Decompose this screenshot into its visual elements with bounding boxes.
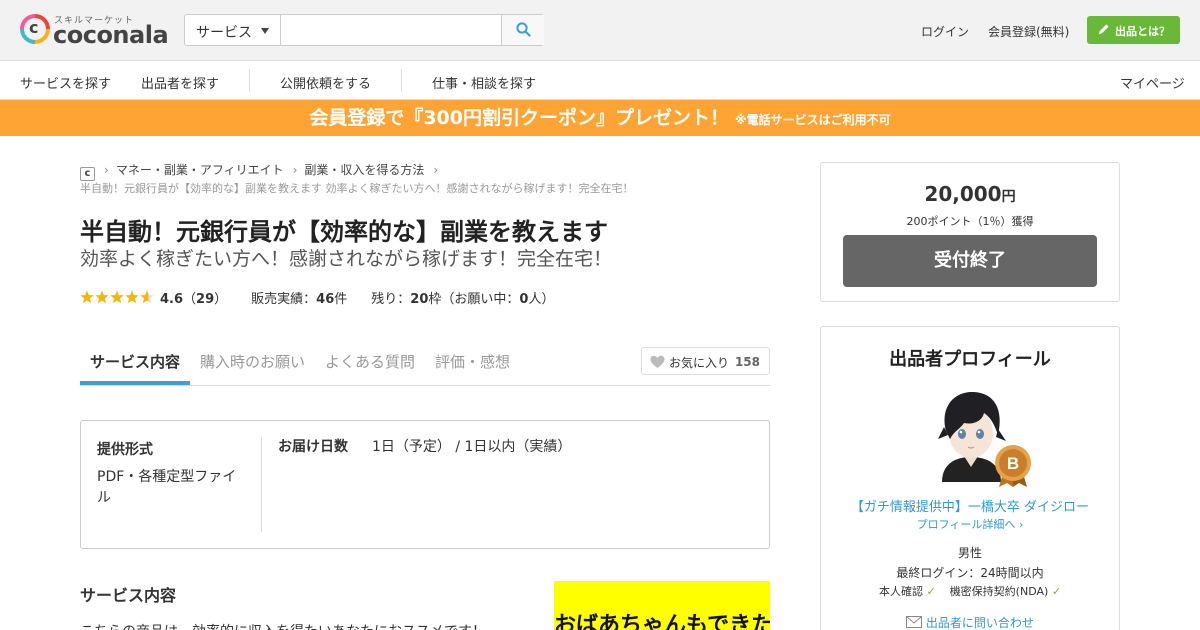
search-icon [516,22,531,37]
service-subtitle: 効率よく稼ぎたい方へ！感謝されながら稼げます！完全在宅！ [80,248,613,270]
contact-seller-label: 出品者に問い合わせ [925,616,1034,630]
spec-divider [261,437,262,532]
coupon-banner[interactable]: 会員登録で『300円割引クーポン』プレゼント！ ※電話サービスはご利用不可 [0,100,1200,136]
home-icon[interactable]: c [80,167,95,181]
seller-gender: 男性 [957,546,982,560]
sales-value: 46 [316,292,335,307]
remaining-unit: 枠（お願い中： [428,292,520,307]
sales-unit: 件 [334,292,348,307]
format-value: PDF・各種定型ファイル [97,469,237,506]
chevron-right-icon: › [1018,518,1024,531]
breadcrumb-item[interactable]: 副業・収入を得る方法 [304,163,424,177]
about-listing-button[interactable]: 出品とは？ [1087,16,1180,44]
nda-label: 機密保持契約(NDA) [949,585,1049,598]
site-header: c スキルマーケット coconala サービス ログイン 会員登録(無料) 出… [0,0,1200,61]
profile-heading: 出品者プロフィール [889,349,1051,370]
chevron-down-icon [261,28,269,34]
main-nav: サービスを探す 出品者を探す 公開依頼をする 仕事・相談を探す マイページ [0,61,1200,100]
search-bar: サービス [184,14,544,46]
service-tabs: サービス内容 購入時のお願い よくある質問 評価・感想 お気に入り 158 [80,345,770,386]
check-icon: ✓ [1051,585,1062,598]
identity-verified-label: 本人確認 [878,585,923,598]
delivery-value: 1日（予定） / 1日以内（実績） [372,439,572,455]
rating-value: 4.6 [160,292,184,307]
tab-service-details[interactable]: サービス内容 [90,351,180,372]
breadcrumb-current: 半自動！元銀行員が【効率的な】副業を教えます 効率よく稼ぎたい方へ！感謝されなが… [80,182,634,195]
mail-icon [906,616,923,628]
signup-link[interactable]: 会員登録(無料) [988,23,1069,40]
login-link[interactable]: ログイン [921,23,969,40]
pencil-icon [1099,24,1109,34]
price: 20,000円 [821,182,1119,206]
service-stats: 4.6（29） 販売実績：46件 残り：20枠（お願い中：0人） [80,288,554,307]
about-listing-label: 出品とは？ [1115,25,1170,38]
review-count[interactable]: 29 [196,292,214,307]
format-label: 提供形式 [97,442,153,458]
service-spec-box: 提供形式 PDF・各種定型ファイル お届け日数 1日（予定） / 1日以内（実績… [80,420,770,549]
nav-divider [249,69,250,92]
badge-letter: B [1007,454,1019,473]
purchase-box: 20,000円 200ポイント（1％）獲得 受付終了 [820,162,1120,302]
remaining-value: 20 [410,292,429,307]
remaining-label: 残り： [371,292,411,307]
nav-divider [401,69,402,92]
chevron-right-icon: › [104,163,109,177]
tab-faq[interactable]: よくある質問 [325,351,415,372]
search-button[interactable] [501,15,544,45]
points-earned: 200ポイント（1％）獲得 [906,215,1034,228]
seller-last-login: 最終ログイン：24時間以内 [896,566,1044,580]
delivery-label: お届け日数 [278,439,348,455]
contact-seller-link[interactable]: 出品者に問い合わせ [821,614,1119,630]
price-unit: 円 [1001,189,1016,205]
search-input[interactable] [281,15,501,45]
section-title: サービス内容 [80,586,177,605]
favorite-button[interactable]: お気に入り 158 [641,347,770,375]
favorite-label: お気に入り [669,356,730,370]
breadcrumb-item[interactable]: マネー・副業・アフィリエイト [116,163,284,177]
nav-mypage[interactable]: マイページ [1120,73,1185,92]
seller-verifications: 本人確認 ✓ 機密保持契約(NDA) ✓ [821,583,1119,599]
coconala-logo[interactable]: c スキルマーケット coconala [20,12,170,49]
heart-icon [650,355,665,368]
rating-star-filled [125,290,139,304]
service-description: こちらの商品は、効率的に収入を得たいあなたにおススメです！ [80,621,486,630]
nav-find-sellers[interactable]: 出品者を探す [141,73,219,92]
breadcrumb: c › マネー・副業・アフィリエイト › 副業・収入を得る方法 › [80,161,445,181]
nav-find-jobs[interactable]: 仕事・相談を探す [432,73,536,92]
tab-purchase-requests[interactable]: 購入時のお願い [200,351,305,372]
search-category-select[interactable]: サービス [185,15,281,45]
closed-button[interactable]: 受付終了 [843,235,1097,287]
logo-wordmark: coconala [53,21,169,49]
search-category-label: サービス [196,25,252,41]
rating-star-filled [95,290,109,304]
service-title: 半自動！元銀行員が【効率的な】副業を教えます [80,218,608,246]
service-image-text: おばあちゃんもできた [554,613,770,630]
service-image[interactable]: おばあちゃんもできた [554,581,770,630]
profile-detail-label: プロフィール詳細へ [916,518,1016,531]
favorite-count: 158 [734,355,760,369]
banner-note: ※電話サービスはご利用不可 [735,113,891,127]
sales-label: 販売実績： [251,292,317,307]
nav-find-services[interactable]: サービスを探す [20,73,111,92]
profile-detail-link[interactable]: プロフィール詳細へ › [821,516,1119,532]
check-icon: ✓ [926,585,936,598]
seller-name[interactable]: 【ガチ情報提供中】一橋大卒 ダイジロー [821,496,1119,515]
tab-reviews[interactable]: 評価・感想 [435,351,510,372]
bronze-badge-icon: B [995,445,1031,487]
active-tab-indicator [80,381,190,385]
nav-post-request[interactable]: 公開依頼をする [280,73,371,92]
rating-stars-icon [80,290,154,304]
in-progress-unit: 人） [528,292,555,307]
banner-main-text: 会員登録で『300円割引クーポン』プレゼント！ [309,107,729,129]
rating-star-filled [80,290,94,304]
price-value: 20,000 [924,182,1002,206]
rating-star-filled [110,290,124,304]
chevron-right-icon: › [292,163,298,177]
seller-profile-box: 出品者プロフィール B 【ガチ情報提供中】一橋大卒 ダイジロー プロフィール詳細… [820,326,1120,630]
chevron-right-icon: › [433,163,439,177]
